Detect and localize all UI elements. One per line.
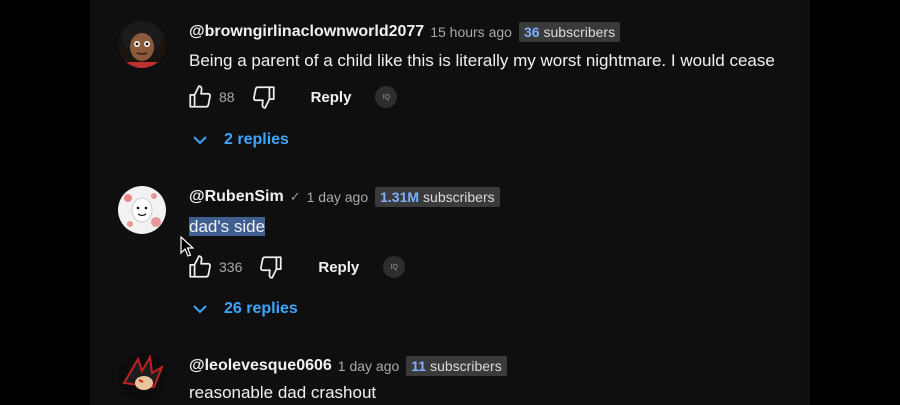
subscriber-count: 11 bbox=[411, 358, 427, 374]
comment-meta: @browngirlinaclownworld2077 15 hours ago… bbox=[189, 21, 621, 43]
subscriber-badge: 11 subscribers bbox=[406, 356, 507, 376]
verified-check-icon: ✓ bbox=[289, 189, 301, 204]
avatar[interactable] bbox=[118, 353, 166, 401]
chevron-down-icon bbox=[193, 136, 207, 145]
subscriber-label: subscribers bbox=[543, 24, 616, 40]
comment-time[interactable]: 1 day ago bbox=[307, 189, 369, 205]
iq-badge[interactable]: IQ bbox=[383, 256, 406, 278]
subscriber-label: subscribers bbox=[430, 358, 502, 374]
comment-meta: @RubenSim ✓ 1 day ago 1.31M subscribers bbox=[189, 186, 500, 208]
thumbs-up-icon[interactable] bbox=[187, 84, 213, 110]
thumbs-down-icon[interactable] bbox=[258, 254, 284, 280]
comment-text: reasonable dad crashout bbox=[189, 383, 377, 402]
subscriber-badge: 36 subscribers bbox=[518, 22, 621, 42]
comment-time[interactable]: 1 day ago bbox=[338, 358, 400, 374]
avatar[interactable] bbox=[118, 186, 166, 234]
view-replies-button[interactable]: 26 replies bbox=[190, 299, 298, 319]
subscriber-count: 1.31M bbox=[380, 189, 420, 205]
comment-actions: 336 Reply IQ bbox=[187, 254, 406, 280]
like-count: 336 bbox=[219, 259, 243, 275]
avatar[interactable] bbox=[118, 20, 166, 68]
replies-label: 2 replies bbox=[224, 131, 289, 148]
comment-time[interactable]: 15 hours ago bbox=[430, 24, 512, 40]
reply-button[interactable]: Reply bbox=[311, 89, 352, 106]
thumbs-down-icon[interactable] bbox=[251, 84, 277, 110]
comment-author[interactable]: @leolevesque0606 bbox=[189, 357, 332, 375]
like-count: 88 bbox=[219, 89, 235, 105]
comment-meta: @leolevesque0606 1 day ago 11 subscribers bbox=[189, 355, 507, 377]
comment-text: dad's side bbox=[189, 216, 266, 238]
comment-text: Being a parent of a child like this is l… bbox=[189, 51, 775, 70]
subscriber-count: 36 bbox=[523, 24, 540, 40]
chevron-down-icon bbox=[193, 305, 207, 314]
subscriber-badge: 1.31M subscribers bbox=[375, 187, 500, 207]
comment-actions: 88 Reply IQ bbox=[187, 84, 398, 110]
comments-panel: @browngirlinaclownworld2077 15 hours ago… bbox=[90, 0, 810, 405]
selected-text: dad's side bbox=[189, 217, 266, 236]
reply-button[interactable]: Reply bbox=[318, 259, 359, 276]
comment-author[interactable]: @RubenSim bbox=[189, 188, 284, 206]
comment-author[interactable]: @browngirlinaclownworld2077 bbox=[189, 23, 424, 41]
replies-label: 26 replies bbox=[224, 300, 298, 317]
view-replies-button[interactable]: 2 replies bbox=[190, 130, 289, 150]
iq-badge[interactable]: IQ bbox=[375, 86, 398, 108]
mouse-cursor-icon bbox=[180, 236, 194, 257]
subscriber-label: subscribers bbox=[423, 189, 495, 205]
